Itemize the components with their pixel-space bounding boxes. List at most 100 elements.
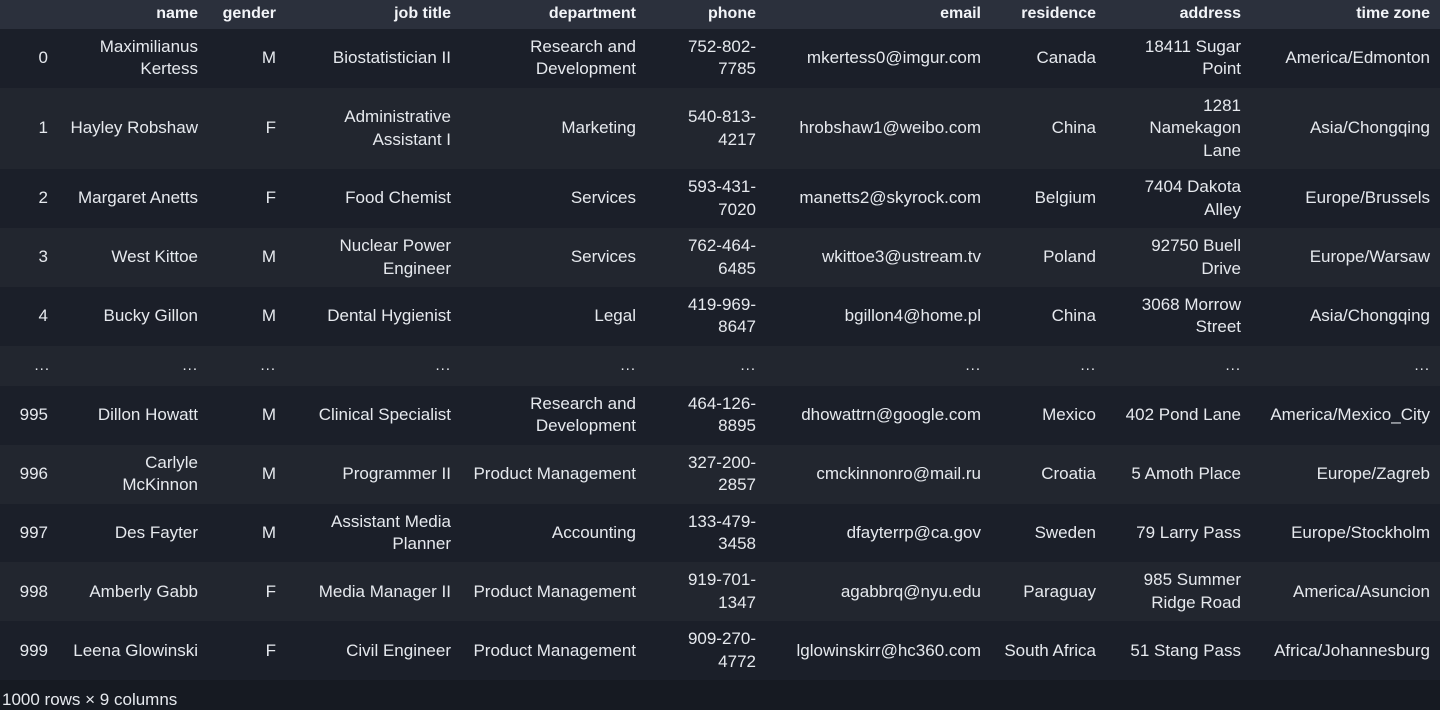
row-index-cell: 996 <box>19 463 48 483</box>
cell-gender: M <box>261 306 276 326</box>
row-index-cell: 0 <box>38 48 48 68</box>
table-row[interactable]: 4 Bucky Gillon M Dental Hygienist Legal 419-9… <box>0 286 1440 346</box>
cell-residence: Mexico <box>1042 405 1096 425</box>
cell-phone: 464-126-8895 <box>687 393 756 436</box>
cell-email: hrobshaw1@weibo.com <box>799 118 981 138</box>
cell-job-title: Civil Engineer <box>346 640 451 660</box>
cell-phone: 593-431-7020 <box>687 177 756 219</box>
cell-address: 7404 Dakota Alley <box>1144 177 1241 219</box>
table-body: 0 Maximilianus Kertess M Biostatistician II… <box>0 29 1440 681</box>
cell-name: West Kittoe <box>111 247 198 267</box>
cell-address: 5 Amoth Place <box>1131 463 1241 483</box>
cell-time-zone: Europe/Stockholm <box>1291 522 1430 542</box>
cell-phone: 419-969-8647 <box>687 294 756 337</box>
cell-job-title: Clinical Specialist <box>318 405 451 425</box>
cell-department: Legal <box>594 306 636 326</box>
cell-address: 985 Summer Ridge Road <box>1143 570 1241 612</box>
table-row[interactable]: 2 Margaret Anetts F Food Chemist Services 593… <box>0 169 1440 229</box>
cell-email: manetts2@skyrock.com <box>799 188 981 208</box>
cell-gender: M <box>261 48 276 68</box>
cell-residence: Belgium <box>1034 188 1096 208</box>
cell-phone: 752-802-7785 <box>687 37 756 79</box>
column-header-job-title[interactable]: job title <box>286 0 461 29</box>
cell-time-zone: Asia/Chongqing <box>1309 306 1430 326</box>
column-header-department[interactable]: department <box>461 0 646 29</box>
cell-phone: 909-270-4772 <box>687 629 756 671</box>
table-truncation-row: .............................. <box>0 345 1440 386</box>
ellipsis-cell: ... <box>1080 356 1096 374</box>
table-row[interactable]: 998 Amberly Gabb F Media Manager II Product … <box>0 562 1440 622</box>
column-header-phone[interactable]: phone <box>646 0 766 29</box>
cell-email: mkertess0@imgur.com <box>806 48 981 68</box>
cell-gender: F <box>265 188 276 208</box>
cell-department: Product Management <box>473 463 636 483</box>
cell-job-title: Media Manager II <box>318 581 451 601</box>
dataframe-table: name gender job title department phone e… <box>0 0 1440 681</box>
column-header-name[interactable]: name <box>60 0 208 29</box>
cell-job-title: Biostatistician II <box>332 48 451 68</box>
column-header-residence[interactable]: residence <box>991 0 1106 29</box>
cell-phone: 540-813-4217 <box>687 107 756 149</box>
cell-gender: M <box>261 405 276 425</box>
cell-time-zone: Europe/Zagreb <box>1316 463 1430 483</box>
table-footer: 1000 rows × 9 columns <box>0 680 1440 710</box>
dataframe-viewer: name gender job title department phone e… <box>0 0 1440 710</box>
cell-job-title: Assistant Media Planner <box>331 511 451 553</box>
cell-phone: 762-464-6485 <box>687 236 756 278</box>
table-row[interactable]: 997 Des Fayter M Assistant Media Planner Acc… <box>0 503 1440 563</box>
cell-residence: China <box>1051 118 1096 138</box>
cell-name: Maximilianus Kertess <box>99 37 198 79</box>
cell-email: lglowinskirr@hc360.com <box>796 640 982 660</box>
table-row[interactable]: 999 Leena Glowinski F Civil Engineer Product… <box>0 621 1440 681</box>
row-index-cell: 997 <box>19 522 48 542</box>
cell-department: Accounting <box>551 522 636 542</box>
cell-email: cmckinnonro@mail.ru <box>816 463 981 483</box>
column-header-gender[interactable]: gender <box>208 0 286 29</box>
cell-name: Dillon Howatt <box>97 405 198 425</box>
row-index-cell: 998 <box>19 581 48 601</box>
cell-time-zone: America/Edmonton <box>1285 48 1430 68</box>
ellipsis-cell: ... <box>740 356 756 374</box>
table-row[interactable]: 1 Hayley Robshaw F Administrative Assistant… <box>0 87 1440 170</box>
row-column-summary: 1000 rows × 9 columns <box>2 690 178 710</box>
cell-address: 18411 Sugar Point <box>1144 37 1241 79</box>
cell-time-zone: Europe/Warsaw <box>1309 247 1430 267</box>
cell-gender: M <box>261 522 276 542</box>
cell-email: bgillon4@home.pl <box>844 306 981 326</box>
cell-gender: F <box>265 640 276 660</box>
table-row[interactable]: 996 Carlyle McKinnon M Programmer II Product… <box>0 444 1440 504</box>
cell-department: Services <box>570 188 636 208</box>
cell-time-zone: Asia/Chongqing <box>1309 118 1430 138</box>
cell-name: Des Fayter <box>114 522 198 542</box>
cell-department: Research and Development <box>530 393 636 436</box>
column-header-email[interactable]: email <box>766 0 991 29</box>
cell-name: Carlyle McKinnon <box>122 452 198 495</box>
cell-name: Margaret Anetts <box>77 188 198 208</box>
row-index-cell: 1 <box>38 118 48 138</box>
column-header-address[interactable]: address <box>1106 0 1251 29</box>
cell-email: dhowattrn@google.com <box>801 405 981 425</box>
cell-email: agabbrq@nyu.edu <box>840 581 981 601</box>
table-row[interactable]: 0 Maximilianus Kertess M Biostatistician II… <box>0 29 1440 88</box>
cell-gender: M <box>261 463 276 483</box>
row-index-cell: 3 <box>38 247 48 267</box>
cell-time-zone: America/Mexico_City <box>1270 405 1430 425</box>
cell-address: 3068 Morrow Street <box>1141 294 1241 337</box>
cell-time-zone: Europe/Brussels <box>1305 188 1430 208</box>
cell-phone: 919-701-1347 <box>687 570 756 612</box>
cell-department: Services <box>570 247 636 267</box>
table-row[interactable]: 995 Dillon Howatt M Clinical Specialist Rese… <box>0 385 1440 445</box>
cell-name: Leena Glowinski <box>73 640 198 660</box>
column-header-index[interactable] <box>0 0 60 29</box>
column-header-time-zone[interactable]: time zone <box>1251 0 1440 29</box>
ellipsis-cell: ... <box>1225 356 1241 374</box>
cell-department: Research and Development <box>530 37 636 79</box>
table-row[interactable]: 3 West Kittoe M Nuclear Power Engineer Servi… <box>0 228 1440 287</box>
cell-residence: China <box>1051 306 1096 326</box>
cell-residence: Croatia <box>1041 463 1096 483</box>
cell-name: Amberly Gabb <box>89 581 198 601</box>
cell-job-title: Administrative Assistant I <box>344 107 451 149</box>
cell-residence: Sweden <box>1034 522 1096 542</box>
ellipsis-cell: ... <box>435 356 451 374</box>
row-index-cell: 999 <box>19 640 48 660</box>
